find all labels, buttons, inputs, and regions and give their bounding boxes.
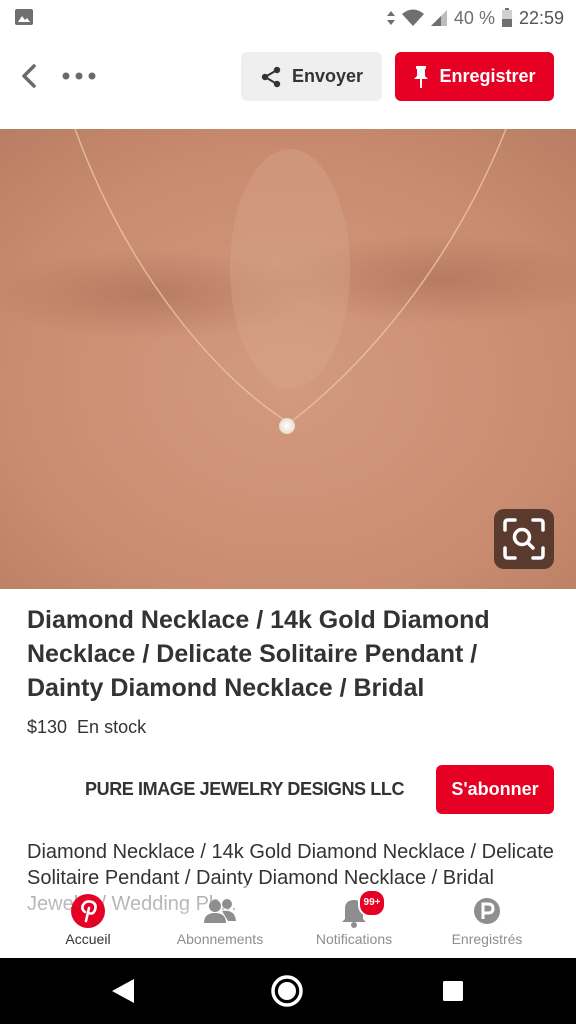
notification-count: 99+ [363, 897, 381, 908]
battery-icon [501, 8, 512, 27]
subscribe-button-label: S'abonner [451, 779, 539, 799]
clock: 22:59 [518, 7, 564, 28]
profile-p-icon [474, 898, 500, 924]
save-button-label: Enregistrer [439, 66, 536, 86]
tab-home-label: Accueil [65, 931, 111, 947]
nav-back-icon[interactable] [104, 972, 142, 1010]
subscribe-button[interactable]: S'abonner [436, 765, 554, 814]
tab-notifications-label: Notifications [315, 931, 393, 947]
gallery-notification-icon [15, 9, 33, 25]
nav-recents-icon[interactable] [434, 972, 472, 1010]
people-icon [204, 899, 236, 923]
pin-action-bar: Envoyer Enregistrer [0, 36, 576, 129]
pinterest-logo-icon [71, 894, 105, 928]
pin-icon [414, 65, 429, 88]
status-indicators: 40 % 22:59 [386, 6, 564, 30]
tab-following-label: Abonnements [176, 931, 264, 947]
tab-notifications[interactable]: 99+ Notifications [288, 885, 420, 958]
nav-home-icon[interactable] [268, 972, 306, 1010]
back-arrow-icon[interactable] [14, 60, 46, 92]
visual-search-button[interactable] [494, 509, 554, 569]
price-row: $130 En stock [27, 717, 146, 738]
wifi-icon [401, 9, 424, 26]
signal-icon [430, 10, 447, 26]
necklace-photo [0, 129, 576, 589]
notification-badge: 99+ [358, 889, 386, 917]
bottom-tab-bar: Accueil Abonnements 99+ Notifications En… [0, 885, 576, 958]
tab-home[interactable]: Accueil [22, 885, 154, 958]
stock-status: En stock [77, 717, 147, 737]
status-bar: 40 % 22:59 [0, 0, 576, 36]
product-price: $130 [27, 717, 68, 737]
pin-image[interactable] [0, 129, 576, 589]
tab-following[interactable]: Abonnements [154, 885, 286, 958]
lens-search-icon [503, 518, 545, 560]
tab-saved[interactable]: Enregistrés [421, 885, 553, 958]
system-navigation-bar [0, 958, 576, 1024]
save-button[interactable]: Enregistrer [395, 52, 554, 101]
share-icon [261, 66, 281, 87]
more-options-icon[interactable] [60, 60, 100, 92]
product-title: Diamond Necklace / 14k Gold Diamond Neck… [27, 606, 490, 702]
send-button-label: Envoyer [291, 66, 364, 86]
tab-saved-label: Enregistrés [451, 931, 523, 947]
store-row: PURE IMAGE JEWELRY DESIGNS LLC S'abonner [0, 764, 576, 816]
store-name[interactable]: PURE IMAGE JEWELRY DESIGNS LLC [85, 779, 404, 800]
send-button[interactable]: Envoyer [241, 52, 382, 101]
battery-percent: 40 % [453, 7, 495, 28]
data-arrows-icon [386, 11, 395, 25]
